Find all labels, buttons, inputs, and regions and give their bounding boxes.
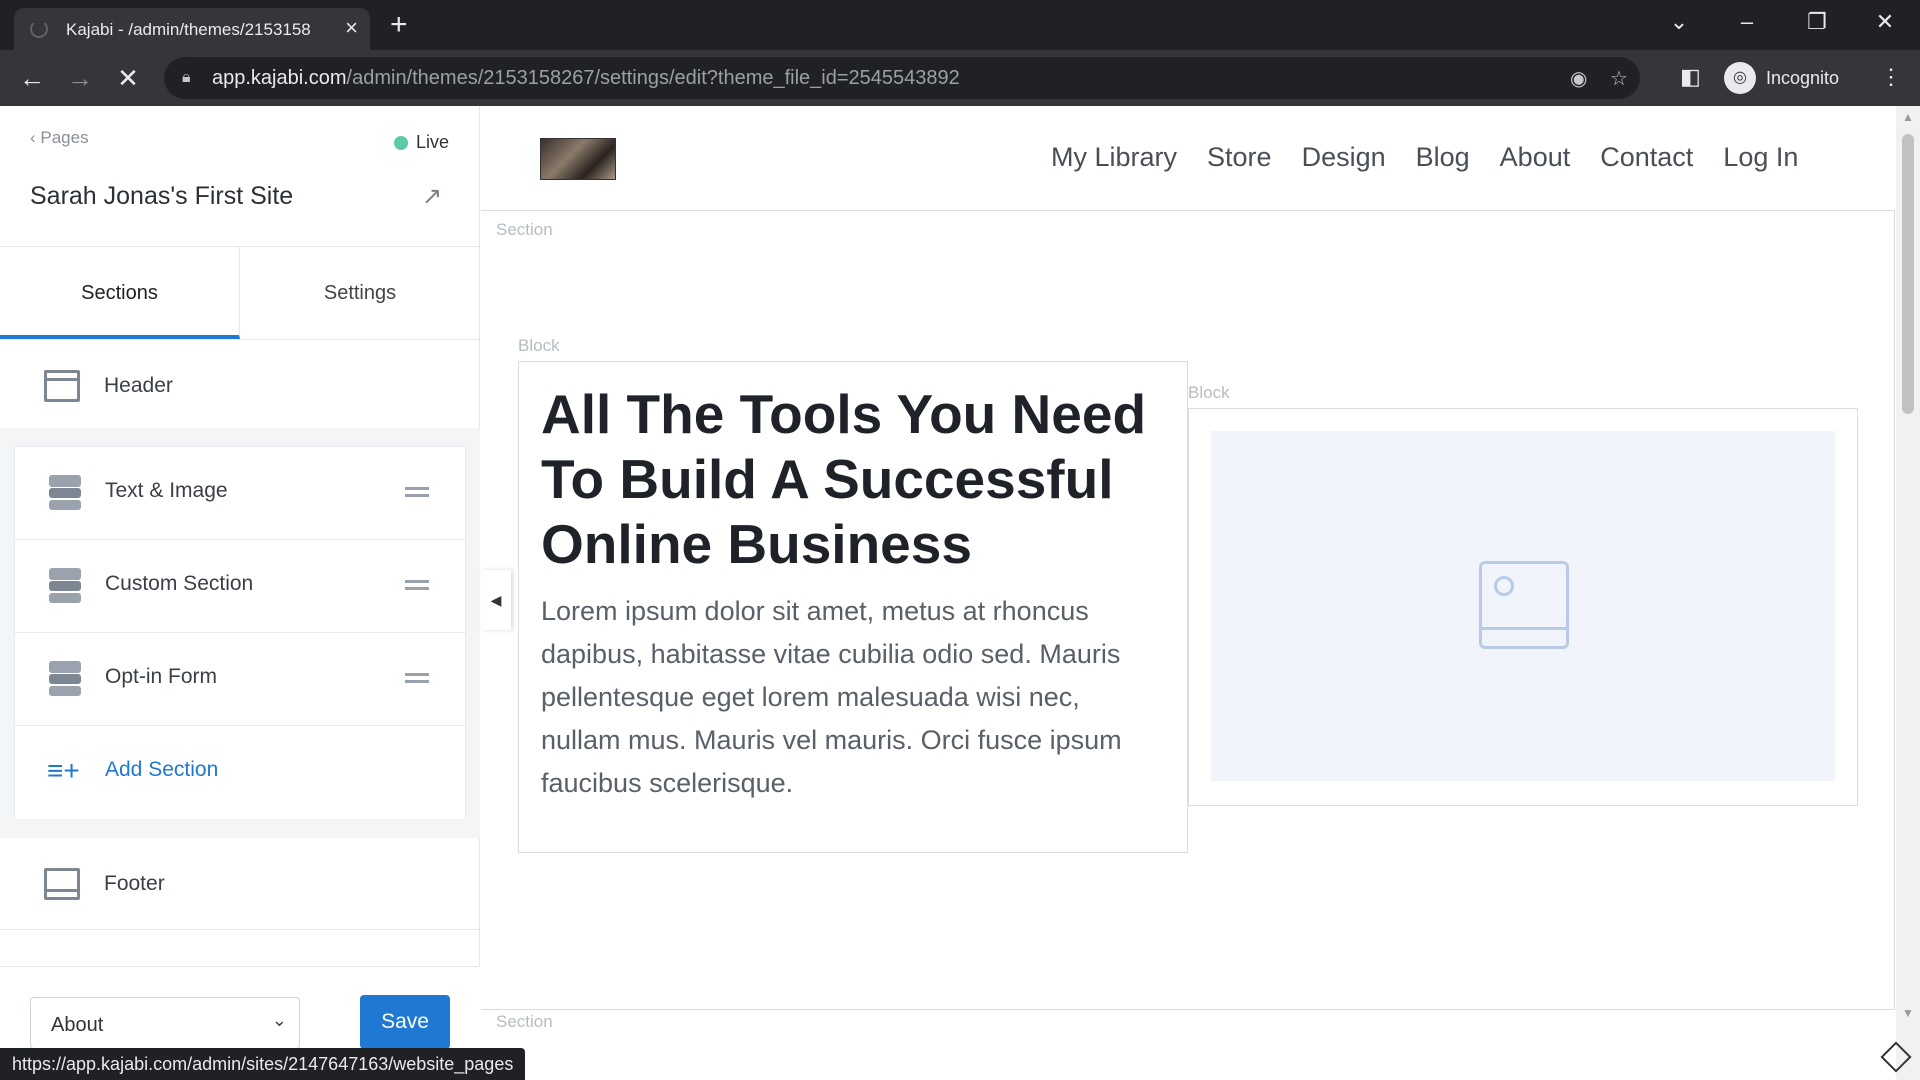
nav-about[interactable]: About (1500, 142, 1571, 173)
add-section-button[interactable]: ≡+ Add Section (15, 726, 465, 819)
tab-search-icon[interactable]: ⌄ (1664, 10, 1694, 34)
incognito-badge[interactable]: ◎ Incognito (1724, 60, 1839, 96)
back-pages-label: Pages (40, 128, 89, 147)
tab-title: Kajabi - /admin/themes/2153158 (66, 20, 311, 39)
address-bar[interactable]: 🔒︎ app.kajabi.com/admin/themes/215315826… (164, 57, 1640, 99)
drag-handle-icon[interactable] (405, 580, 429, 590)
list-item[interactable]: Text & Image (15, 447, 465, 540)
section-footer[interactable]: Footer (0, 838, 480, 930)
nav-store[interactable]: Store (1207, 142, 1272, 173)
page-select-value: About (51, 1014, 104, 1036)
save-button[interactable]: Save (360, 995, 450, 1049)
section-label: Text & Image (105, 479, 228, 502)
nav-my-library[interactable]: My Library (1051, 142, 1177, 173)
close-tab-icon[interactable]: × (345, 16, 358, 40)
forward-icon[interactable]: → (64, 64, 96, 92)
tab-sections[interactable]: Sections (0, 247, 240, 339)
back-to-pages-link[interactable]: ‹ Pages (30, 128, 89, 148)
section-tag: Section (496, 1012, 553, 1031)
section-label: Opt-in Form (105, 665, 218, 688)
header-layout-icon (44, 370, 80, 402)
section-header-label: Header (104, 374, 173, 397)
drag-handle-icon[interactable] (405, 487, 429, 497)
layers-icon (47, 568, 83, 608)
scroll-up-icon[interactable]: ▲ (1902, 110, 1914, 124)
site-preview: ◀ My Library Store Design Blog About Con… (481, 106, 1920, 1080)
list-item[interactable]: Custom Section (15, 540, 465, 633)
list-item[interactable]: Opt-in Form (15, 633, 465, 726)
text-block[interactable]: All The Tools You Need To Build A Succes… (518, 361, 1188, 853)
bookmark-star-icon[interactable]: ☆ (1610, 66, 1628, 91)
site-nav: My Library Store Design Blog About Conta… (1051, 142, 1798, 173)
scrollbar-thumb[interactable] (1902, 134, 1914, 414)
loading-spinner-icon (30, 20, 48, 38)
lock-icon[interactable]: 🔒︎ (182, 69, 191, 87)
tab-settings[interactable]: Settings (240, 247, 480, 339)
layers-icon (47, 475, 83, 515)
nav-log-in[interactable]: Log In (1723, 142, 1798, 173)
live-label: Live (416, 132, 450, 152)
section-label: Custom Section (105, 572, 254, 595)
stop-loading-icon[interactable]: ✕ (112, 64, 144, 92)
section-tag: Section (496, 220, 553, 239)
live-dot-icon (394, 135, 408, 150)
tracking-protection-icon[interactable]: ◉ (1570, 66, 1587, 91)
nav-design[interactable]: Design (1302, 142, 1386, 173)
browser-toolbar: ← → ✕ 🔒︎ app.kajabi.com/admin/themes/215… (0, 50, 1920, 106)
side-panel-icon[interactable]: ◧ (1680, 64, 1701, 90)
page-select[interactable]: About ⌄ (30, 997, 300, 1049)
browser-tab[interactable]: Kajabi - /admin/themes/2153158 × (14, 8, 370, 50)
section-footer-label: Footer (104, 872, 165, 895)
preview-scrollbar[interactable]: ▲ ▼ (1896, 106, 1920, 1080)
menu-kebab-icon[interactable]: ⋮ (1880, 64, 1902, 90)
url-text: app.kajabi.com/admin/themes/2153158267/s… (212, 67, 960, 89)
editor-sidebar: ‹ Pages Live Sarah Jonas's First Site ↗ … (0, 106, 480, 1080)
nav-contact[interactable]: Contact (1600, 142, 1693, 173)
block-tag: Block (518, 336, 560, 355)
incognito-icon: ◎ (1724, 62, 1756, 94)
hero-headline: All The Tools You Need To Build A Succes… (541, 383, 1147, 575)
restore-icon[interactable]: ❐ (1802, 10, 1832, 34)
layers-icon (47, 661, 83, 701)
add-list-icon: ≡+ (47, 755, 80, 786)
chevron-left-icon: ‹ (30, 128, 41, 147)
nav-blog[interactable]: Blog (1416, 142, 1470, 173)
site-title: Sarah Jonas's First Site (30, 182, 294, 210)
image-icon (1479, 561, 1569, 649)
external-link-icon[interactable]: ↗ (422, 182, 442, 211)
scroll-down-icon[interactable]: ▼ (1902, 1006, 1914, 1020)
hero-body: Lorem ipsum dolor sit amet, metus at rho… (541, 596, 1122, 798)
status-bar-url: https://app.kajabi.com/admin/sites/21476… (0, 1048, 526, 1080)
add-section-label: Add Section (105, 758, 219, 781)
sidebar-tabs: Sections Settings (0, 246, 480, 340)
block-tag: Block (1188, 383, 1230, 402)
minimize-icon[interactable]: – (1732, 10, 1762, 34)
section-header[interactable]: Header (0, 340, 480, 432)
browser-tab-strip: Kajabi - /admin/themes/2153158 × + ⌄ – ❐… (0, 0, 1920, 50)
live-status: Live (394, 132, 449, 153)
back-icon[interactable]: ← (16, 64, 48, 92)
image-placeholder (1211, 431, 1835, 781)
content-sections-list: Text & Image Custom Section Opt-in Form … (14, 446, 466, 819)
kajabi-editor: ‹ Pages Live Sarah Jonas's First Site ↗ … (0, 106, 1920, 1080)
incognito-label: Incognito (1766, 67, 1840, 88)
new-tab-icon[interactable]: + (390, 10, 408, 40)
drag-handle-icon[interactable] (405, 673, 429, 683)
footer-layout-icon (44, 868, 80, 900)
chevron-down-icon: ⌄ (271, 1010, 287, 1030)
close-window-icon[interactable]: ✕ (1870, 10, 1900, 34)
site-logo[interactable] (540, 138, 616, 180)
image-block[interactable] (1188, 408, 1858, 806)
